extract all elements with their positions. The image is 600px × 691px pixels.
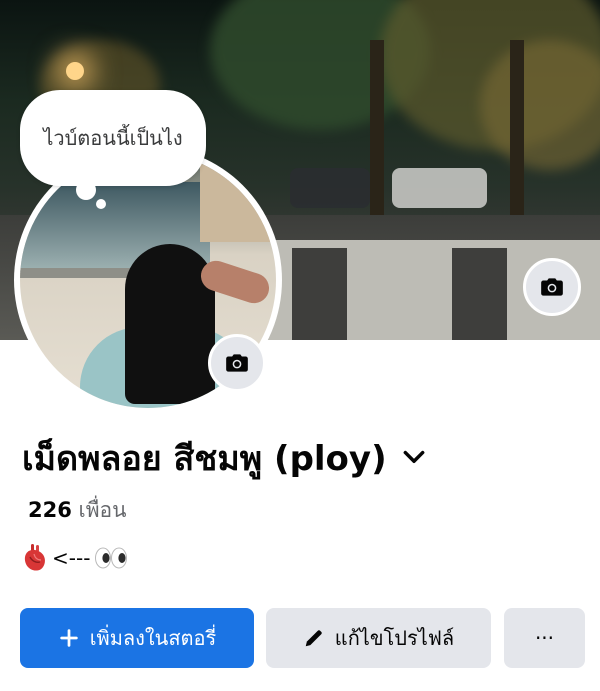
bio-text: <--- — [52, 546, 91, 570]
person-hair — [125, 244, 215, 404]
cover-photo-barrier-stripe — [292, 248, 347, 340]
more-options-button[interactable]: ··· — [504, 608, 585, 668]
edit-profile-button[interactable]: แก้ไขโปรไฟล์ — [266, 608, 491, 668]
note-bubble-tail — [96, 199, 106, 209]
note-text: ไวบ์ตอนนี้เป็นไง — [43, 126, 183, 150]
cover-photo-trunk — [370, 40, 384, 230]
cover-photo-car — [392, 168, 487, 208]
add-to-story-label: เพิ่มลงในสตอรี่ — [89, 626, 217, 650]
profile-name-row[interactable]: เม็ดพลอย สีชมพู (ploy) — [22, 432, 427, 484]
eyes-emoji — [95, 547, 128, 569]
cover-photo-car — [290, 168, 370, 208]
plus-icon — [59, 629, 78, 647]
cover-photo-street-lamp — [66, 62, 84, 80]
edit-profile-picture-button[interactable] — [208, 334, 266, 392]
note-bubble[interactable]: ไวบ์ตอนนี้เป็นไง — [20, 90, 206, 186]
camera-icon — [541, 278, 563, 296]
add-to-story-button[interactable]: เพิ่มลงในสตอรี่ — [20, 608, 254, 668]
edit-cover-photo-button[interactable] — [523, 258, 581, 316]
salon-door — [200, 152, 270, 242]
profile-name: เม็ดพลอย สีชมพู (ploy) — [22, 439, 387, 479]
cover-photo-trunk — [510, 40, 524, 230]
profile-bio: <--- — [22, 540, 128, 576]
note-bubble-tail — [76, 180, 96, 200]
cover-photo-barrier-stripe — [452, 248, 507, 340]
friends-count-label: เพื่อน — [78, 498, 127, 522]
more-icon: ··· — [534, 626, 555, 650]
friends-count[interactable]: 226 เพื่อน — [28, 494, 127, 527]
camera-icon — [226, 354, 248, 372]
chevron-down-icon[interactable] — [401, 445, 427, 471]
pencil-icon — [305, 630, 322, 647]
anatomical-heart-emoji — [24, 544, 45, 571]
cover-photo-tree — [480, 40, 600, 170]
friends-count-number: 226 — [28, 498, 72, 522]
edit-profile-label: แก้ไขโปรไฟล์ — [334, 626, 455, 650]
